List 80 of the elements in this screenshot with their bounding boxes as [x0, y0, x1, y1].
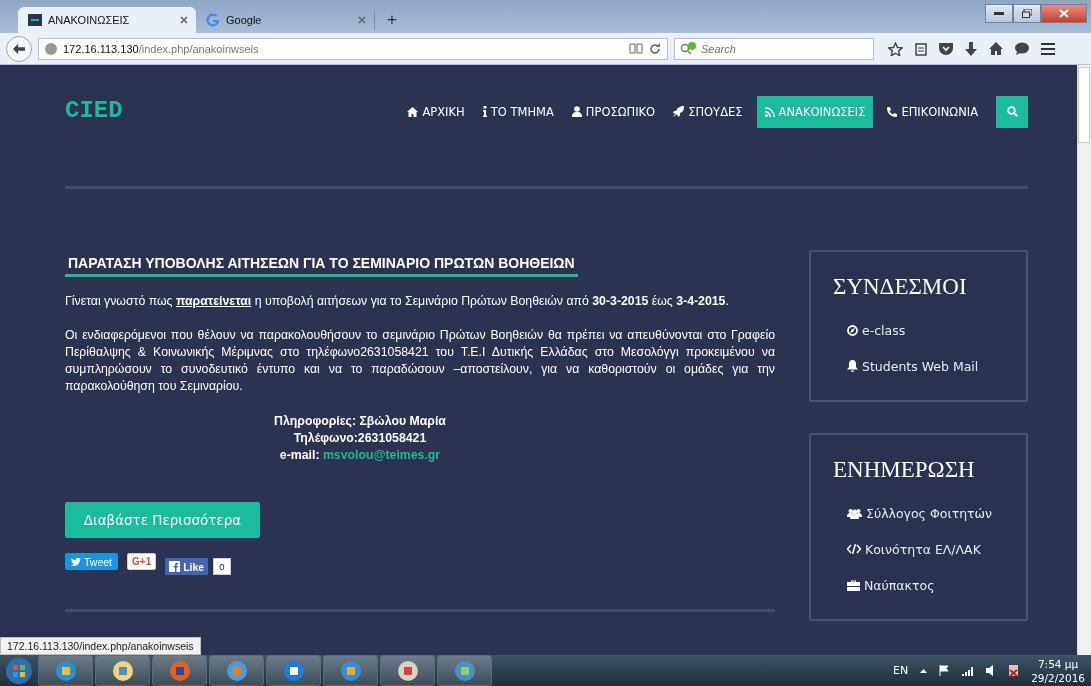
caret-icon[interactable] [920, 668, 928, 673]
minimize-icon [994, 12, 1004, 15]
status-url: 172.16.113.130/index.php/anakoinwseis [0, 637, 201, 655]
sidebar-link[interactable]: Κοινότητα ΕΛ/ΛΑΚ [833, 531, 981, 567]
chat-icon[interactable] [1015, 42, 1029, 55]
pocket-icon[interactable] [939, 42, 953, 55]
email-label: e-mail: [279, 448, 320, 462]
like-button[interactable]: Like [165, 558, 209, 575]
clock-time[interactable]: 7:54 μμ [1037, 656, 1079, 671]
contact-text: Τηλέφωνο:2631058421 [293, 431, 427, 445]
taskbar-app-icon[interactable] [437, 655, 492, 686]
minimize-button[interactable] [985, 4, 1013, 23]
new-tab-button[interactable]: + [374, 10, 409, 30]
sidebar-link[interactable]: e-class [833, 312, 906, 348]
clock-date[interactable]: 29/2/2016 [1031, 670, 1085, 685]
taskbar-app-icon[interactable] [95, 655, 150, 686]
star-icon[interactable] [888, 41, 903, 56]
restore-button[interactable] [1013, 4, 1041, 23]
contact-text: Πληροφορίες: Σβώλου Μαρία [274, 414, 446, 428]
users-icon [847, 507, 862, 519]
globe-icon [45, 42, 57, 55]
nav-link[interactable]: ΑΡΧΙΚΗ [399, 95, 473, 128]
home-icon [407, 106, 419, 117]
back-arrow-icon [13, 42, 25, 55]
signal-icon[interactable] [962, 665, 975, 676]
browser-tab[interactable]: ΑΝΑΚΟΙΝΩΣΕΙΣ [18, 7, 196, 33]
taskbar-app-icon[interactable] [323, 655, 378, 686]
nav-link[interactable]: ΕΠΙΚΟΙΝΩΝΙΑ [879, 95, 986, 128]
close-icon[interactable] [358, 16, 366, 24]
compass-icon [847, 324, 858, 336]
facebook-icon [169, 561, 181, 572]
like-count: 0 [213, 558, 231, 575]
close-icon[interactable] [180, 16, 188, 24]
article-title[interactable]: ΠΑΡΑΤΑΣΗ ΥΠΟΒΟΛΗΣ ΑΙΤΗΣΕΩΝ ΓΙΑ ΤΟ ΣΕΜΙΝΑΡΙΟ ΠΡΩΤΩΝ ΒΟΗΘΕΙΩΝ [65, 255, 578, 277]
download-icon[interactable] [965, 41, 977, 56]
taskbar-app-icon[interactable] [38, 655, 93, 686]
bird-icon [71, 557, 81, 566]
nav-link[interactable]: ΤΟ ΤΜΗΜΑ [474, 95, 562, 128]
search-icon [1006, 106, 1018, 117]
google-icon [206, 13, 220, 27]
site-logo[interactable]: CIED [65, 97, 123, 124]
back-button[interactable] [6, 35, 32, 62]
taskbar-app-icon[interactable] [266, 655, 321, 686]
rss-icon [764, 106, 775, 117]
sidebar-link[interactable]: Students Web Mail [833, 348, 979, 384]
flag-icon[interactable] [939, 665, 951, 676]
info-icon [482, 106, 487, 117]
panel-title: ΕΝΗΜΕΡΩΣΗ [833, 457, 976, 483]
home-icon[interactable] [989, 42, 1003, 55]
bell-icon [847, 360, 858, 372]
taskbar-app-icon[interactable] [380, 655, 435, 686]
article-paragraph: Γίνεται γνωστό πως παρατείνεται η υποβολή αιτήσεων για το Σεμινάριο Πρώτων Βοηθειών από 30-3-2015 έως 3-4-2015. [65, 293, 730, 310]
address-bar[interactable]: 172.16.113.130/index.php/anakoinwseis [38, 37, 668, 60]
language-indicator[interactable]: EN [892, 664, 909, 677]
site-icon [28, 14, 42, 26]
clipboard-icon[interactable] [915, 41, 927, 56]
phone-icon [887, 106, 898, 117]
close-button[interactable] [1041, 4, 1087, 23]
power-icon[interactable] [1008, 664, 1020, 677]
user-icon [571, 106, 582, 117]
code-icon [847, 544, 861, 554]
browser-tab[interactable]: Google [196, 7, 374, 33]
close-icon [1059, 9, 1069, 18]
reader-icon[interactable] [629, 43, 643, 54]
briefcase-icon [847, 579, 860, 591]
nav-link[interactable]: ΣΠΟΥΔΕΣ [665, 95, 751, 128]
sidebar-link[interactable]: Σύλλογος Φοιτητών [833, 495, 993, 531]
google-plus-button[interactable]: G+1 [127, 553, 157, 570]
restore-icon [1022, 9, 1032, 18]
search-button[interactable] [996, 95, 1028, 128]
menu-icon[interactable] [1041, 42, 1055, 55]
reload-icon[interactable] [649, 42, 661, 55]
article-paragraph: Οι ενδιαφερόμενοι που θέλουν να παρακολουθήσουν το σεμινάριο Πρώτων Βοηθειών θα πρέπει να απευθύνονται στο Γραφείο Περίθαλψης & Κοινωνικής Μέριμνας στο τηλέφωνο2631058421 του Τ.Ε.Ι Δυτικής Ελλάδας στο Μεσολόγγι προκειμένου να συμπληρώσουν το συνοδευτικό έντυπο και να το παραδώσουν –αποστείλουν, για να καθοριστούν οι ομάδες για την παρακολούθηση του Σεμιναρίου. [65, 327, 775, 395]
search-field[interactable]: Search [674, 37, 874, 60]
sidebar-link[interactable]: Ναύπακτος [833, 567, 935, 603]
scrollbar[interactable] [1077, 65, 1091, 655]
panel-title: ΣΥΝΔΕΣΜΟΙ [833, 274, 968, 300]
email-link[interactable]: msvolou@teimes.gr [322, 448, 441, 462]
nav-link[interactable]: ΠΡΟΣΩΠΙΚΟ [563, 95, 664, 128]
rocket-icon [673, 106, 685, 117]
